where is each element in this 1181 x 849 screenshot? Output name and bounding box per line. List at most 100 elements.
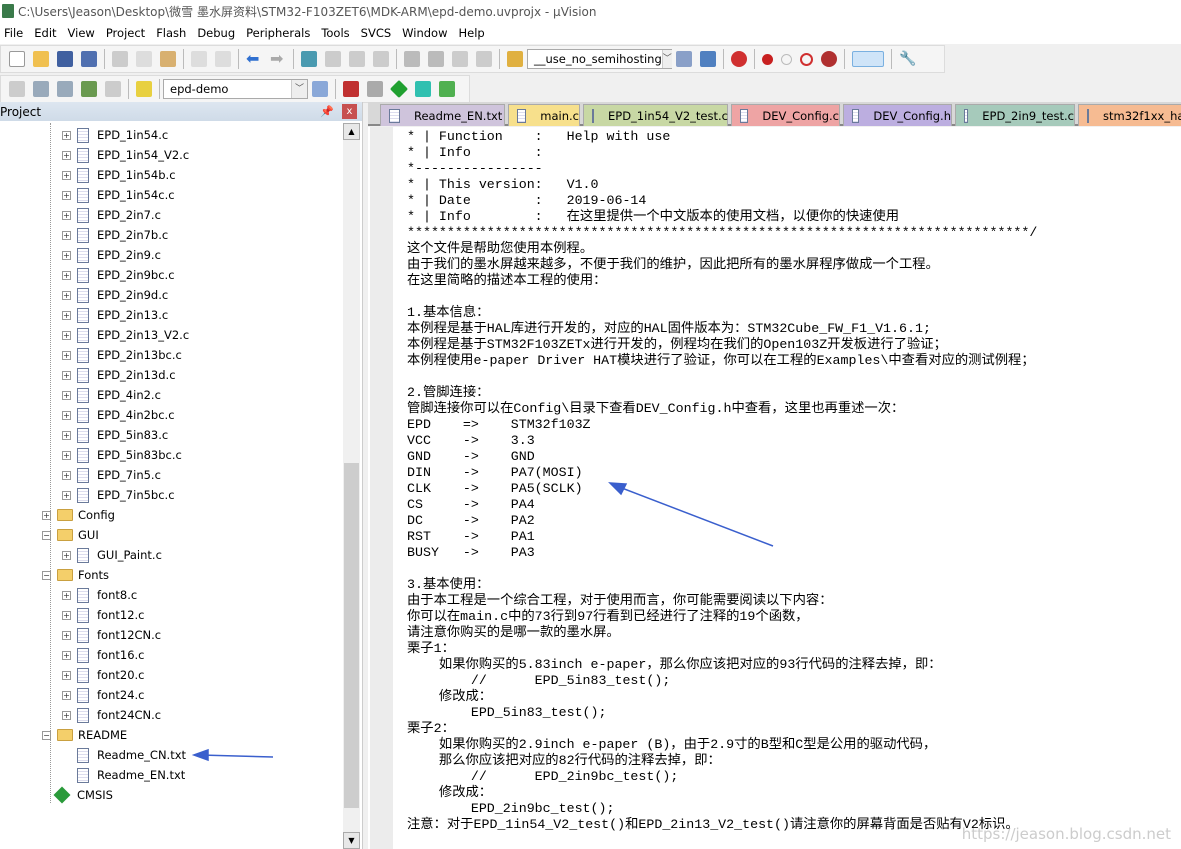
collapse-icon[interactable]: − — [42, 530, 51, 540]
kill-breakpoints-icon[interactable] — [821, 51, 837, 67]
debug-session-icon[interactable] — [731, 51, 747, 67]
expand-icon[interactable]: + — [62, 590, 71, 600]
open-file-icon[interactable] — [33, 51, 49, 67]
tree-item[interactable]: + font8.c — [62, 585, 137, 605]
tree-item[interactable]: + EPD_5in83bc.c — [62, 445, 182, 465]
editor[interactable]: https://jeason.blog.csdn.net * | Functio… — [368, 127, 1181, 849]
tab-dev-config-c[interactable]: DEV_Config.c — [731, 104, 840, 126]
tree-item[interactable]: + EPD_2in7b.c — [62, 225, 168, 245]
expand-icon[interactable]: + — [62, 350, 71, 360]
indent-icon[interactable] — [404, 51, 420, 67]
menu-file[interactable]: File — [0, 26, 30, 40]
expand-icon[interactable]: + — [62, 550, 71, 560]
menu-edit[interactable]: Edit — [30, 26, 63, 40]
tree-item[interactable]: Readme_CN.txt — [77, 745, 186, 765]
expand-icon[interactable]: + — [62, 330, 71, 340]
paste-icon[interactable] — [160, 51, 176, 67]
tree-item[interactable]: + font20.c — [62, 665, 145, 685]
menu-view[interactable]: View — [64, 26, 102, 40]
pin-icon[interactable]: 📌 — [320, 105, 334, 118]
expand-icon[interactable]: + — [62, 130, 71, 140]
select-packs-icon[interactable] — [367, 81, 383, 97]
tab-readme-en-txt[interactable]: Readme_EN.txt — [380, 104, 505, 126]
expand-icon[interactable]: + — [62, 210, 71, 220]
tree-item[interactable]: + EPD_2in9d.c — [62, 285, 168, 305]
rebuild-icon[interactable] — [57, 81, 73, 97]
tab-main-c[interactable]: main.c — [508, 104, 580, 126]
next-bookmark-icon[interactable] — [349, 51, 365, 67]
expand-icon[interactable]: + — [62, 370, 71, 380]
scrollbar-thumb[interactable] — [344, 463, 359, 808]
expand-icon[interactable]: + — [62, 250, 71, 260]
tree-item[interactable]: Readme_EN.txt — [77, 765, 185, 785]
menu-window[interactable]: Window — [398, 26, 454, 40]
expand-icon[interactable]: + — [62, 390, 71, 400]
build-icon[interactable] — [33, 81, 49, 97]
tree-item[interactable]: + EPD_2in13bc.c — [62, 345, 182, 365]
undo-icon[interactable] — [191, 51, 207, 67]
menu-help[interactable]: Help — [455, 26, 492, 40]
chevron-down-icon[interactable]: ﹀ — [661, 50, 672, 68]
expand-icon[interactable]: + — [62, 670, 71, 680]
redo-icon[interactable] — [215, 51, 231, 67]
tree-item[interactable]: + EPD_2in13.c — [62, 305, 168, 325]
tree-item[interactable]: + EPD_4in2bc.c — [62, 405, 175, 425]
tree-item[interactable]: − Fonts — [42, 565, 109, 585]
tree-item[interactable]: + EPD_2in9bc.c — [62, 265, 175, 285]
tree-item[interactable]: − README — [42, 725, 127, 745]
tab-dev-config-h[interactable]: DEV_Config.h — [843, 104, 952, 126]
menu-peripherals[interactable]: Peripherals — [242, 26, 317, 40]
tree-item[interactable]: CMSIS — [52, 785, 113, 805]
tree-item[interactable]: + EPD_1in54c.c — [62, 185, 175, 205]
expand-icon[interactable]: + — [42, 510, 51, 520]
expand-icon[interactable]: + — [62, 610, 71, 620]
tree-item[interactable]: + EPD_7in5bc.c — [62, 485, 175, 505]
tab-epd-1in54-v2-test-c[interactable]: EPD_1in54_V2_test.c — [583, 104, 728, 126]
project-scrollbar[interactable]: ▲ ▼ — [343, 123, 360, 849]
tab-stm32f1xx-hal-[interactable]: stm32f1xx_hal_ — [1078, 104, 1181, 126]
chevron-down-icon[interactable]: ﹀ — [291, 80, 307, 98]
scroll-up-button[interactable]: ▲ — [343, 123, 360, 140]
tree-item[interactable]: + EPD_5in83.c — [62, 425, 168, 445]
uncomment-icon[interactable] — [476, 51, 492, 67]
target-combo[interactable]: epd-demo ﹀ — [163, 79, 308, 99]
batch-build-icon[interactable] — [81, 81, 97, 97]
expand-icon[interactable]: + — [62, 230, 71, 240]
breakpoint-icon[interactable] — [762, 53, 773, 65]
tree-item[interactable]: + font12CN.c — [62, 625, 161, 645]
tree-item[interactable]: + EPD_2in13_V2.c — [62, 325, 189, 345]
tab-epd-2in9-test-c[interactable]: EPD_2in9_test.c — [955, 104, 1075, 126]
target-options-icon[interactable] — [312, 81, 328, 97]
bookmark-icon[interactable] — [301, 51, 317, 67]
tree-item[interactable]: + EPD_7in5.c — [62, 465, 161, 485]
expand-icon[interactable]: + — [62, 650, 71, 660]
tree-item[interactable]: + EPD_4in2.c — [62, 385, 161, 405]
save-icon[interactable] — [57, 51, 73, 67]
collapse-icon[interactable]: − — [42, 730, 51, 740]
close-icon[interactable]: x — [342, 104, 357, 119]
window-layout-dropdown-icon[interactable] — [852, 51, 884, 67]
menu-svcs[interactable]: SVCS — [357, 26, 399, 40]
navigate-forward-icon[interactable]: ➡ — [270, 51, 286, 67]
tree-item[interactable]: + GUI_Paint.c — [62, 545, 162, 565]
disable-breakpoint-icon[interactable] — [781, 53, 792, 65]
tree-item[interactable]: + EPD_1in54b.c — [62, 165, 176, 185]
expand-icon[interactable]: + — [62, 170, 71, 180]
stop-build-icon[interactable] — [105, 81, 121, 97]
find-icon[interactable] — [676, 51, 692, 67]
tree-item[interactable]: + font16.c — [62, 645, 145, 665]
expand-icon[interactable]: + — [62, 410, 71, 420]
expand-icon[interactable]: + — [62, 290, 71, 300]
unindent-icon[interactable] — [428, 51, 444, 67]
expand-icon[interactable]: + — [62, 630, 71, 640]
configure-icon[interactable]: 🔧 — [899, 51, 916, 67]
expand-icon[interactable]: + — [62, 470, 71, 480]
manage-project-items-icon[interactable] — [343, 81, 359, 97]
save-all-icon[interactable] — [81, 51, 97, 67]
expand-icon[interactable]: + — [62, 490, 71, 500]
expand-icon[interactable]: + — [62, 310, 71, 320]
clear-bookmarks-icon[interactable] — [373, 51, 389, 67]
prev-bookmark-icon[interactable] — [325, 51, 341, 67]
copy-icon[interactable] — [136, 51, 152, 67]
tree-item[interactable]: + EPD_2in13d.c — [62, 365, 176, 385]
